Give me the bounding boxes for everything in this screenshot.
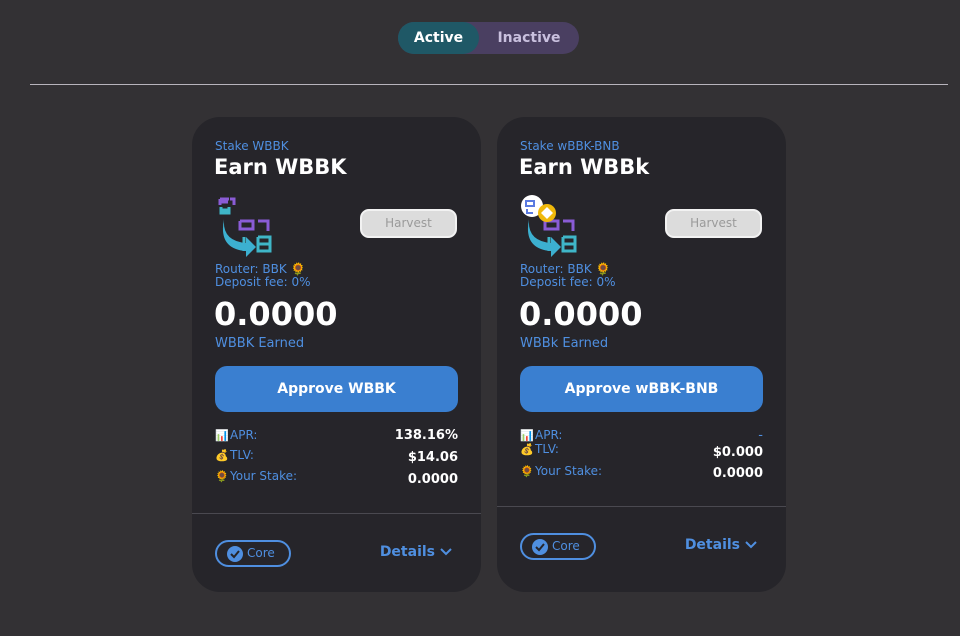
- tlv-value: $0.000: [712, 445, 763, 460]
- card-divider: [497, 506, 786, 507]
- router-info: Router: BBK 🌻 Deposit fee: 0%: [215, 263, 311, 289]
- apr-value: 138.16%: [394, 428, 458, 443]
- sunflower-icon: 🌻: [520, 465, 534, 478]
- your-stake-row: 🌻Your Stake: 0.0000: [215, 469, 458, 489]
- chart-icon: 📊: [520, 429, 534, 442]
- earn-title: Earn WBBK: [214, 155, 347, 179]
- details-label: Details: [684, 537, 740, 553]
- approve-button[interactable]: Approve WBBK: [215, 366, 458, 412]
- router-info: Router: BBK 🌻 Deposit fee: 0%: [520, 263, 616, 289]
- apr-value: -: [758, 428, 763, 443]
- pools-page: Active Inactive Stake WBBK Earn WBBK Har…: [0, 0, 960, 636]
- tlv-row: 💰TLV: $14.06: [215, 448, 458, 469]
- earned-label: WBBK Earned: [215, 336, 305, 351]
- stake-token-label: Stake WBBK: [215, 139, 289, 153]
- pool-stats: 📊APR: 138.16% 💰TLV: $14.06 🌻Your Stake: …: [215, 428, 458, 489]
- core-badge: Core: [520, 533, 596, 560]
- deposit-fee-label: Deposit fee: 0%: [215, 275, 311, 289]
- your-stake-value: 0.0000: [712, 466, 763, 481]
- earned-amount: 0.0000: [214, 295, 338, 333]
- details-label: Details: [379, 544, 435, 560]
- pool-stats: 📊APR: - 💰TLV: $0.000 🌻Your Stake: 0.0000: [520, 428, 763, 482]
- pool-card-wbbk-bnb: Stake wBBK-BNB Earn WBBk Harvest Router:…: [497, 117, 786, 592]
- pool-card-wbbk: Stake WBBK Earn WBBK Harvest Router: BBK…: [192, 117, 481, 592]
- verified-check-icon: [227, 546, 243, 562]
- wbbk-logo-icon: [218, 197, 272, 257]
- details-toggle[interactable]: Details: [685, 537, 758, 553]
- your-stake-label: Your Stake:: [230, 469, 298, 483]
- harvest-button[interactable]: Harvest: [665, 209, 762, 238]
- earned-label: WBBk Earned: [520, 336, 609, 351]
- apr-label: APR:: [230, 428, 258, 442]
- details-toggle[interactable]: Details: [380, 544, 453, 560]
- approve-button[interactable]: Approve wBBK-BNB: [520, 366, 763, 412]
- stake-token-label: Stake wBBK-BNB: [520, 139, 620, 153]
- earned-amount: 0.0000: [519, 295, 643, 333]
- chevron-down-icon: [440, 548, 452, 556]
- core-label: Core: [552, 539, 580, 553]
- verified-check-icon: [532, 539, 548, 555]
- pool-status-toggle: Active Inactive: [398, 22, 579, 54]
- wbbk-bnb-logo-icon: [521, 195, 577, 257]
- your-stake-row: 🌻Your Stake: 0.0000: [520, 462, 763, 482]
- your-stake-value: 0.0000: [407, 472, 458, 487]
- money-bag-icon: 💰: [215, 449, 229, 462]
- harvest-button[interactable]: Harvest: [360, 209, 457, 238]
- money-bag-icon: 💰: [520, 443, 534, 456]
- tlv-label: TLV:: [535, 442, 559, 456]
- tlv-value: $14.06: [407, 450, 458, 465]
- sunflower-icon: 🌻: [215, 470, 229, 483]
- core-badge: Core: [215, 540, 291, 567]
- earn-title: Earn WBBk: [519, 155, 650, 179]
- card-divider: [192, 513, 481, 514]
- your-stake-label: Your Stake:: [535, 464, 603, 478]
- tab-active[interactable]: Active: [398, 22, 479, 54]
- apr-row: 📊APR: -: [520, 428, 763, 443]
- apr-label: APR:: [535, 428, 563, 442]
- tab-inactive[interactable]: Inactive: [479, 22, 579, 54]
- header-divider: [30, 84, 948, 85]
- tlv-label: TLV:: [230, 448, 254, 462]
- chevron-down-icon: [745, 541, 757, 549]
- chart-icon: 📊: [215, 429, 229, 442]
- core-label: Core: [247, 546, 275, 560]
- apr-row: 📊APR: 138.16%: [215, 428, 458, 448]
- tlv-row: 💰TLV: $0.000: [520, 442, 763, 462]
- deposit-fee-label: Deposit fee: 0%: [520, 275, 616, 289]
